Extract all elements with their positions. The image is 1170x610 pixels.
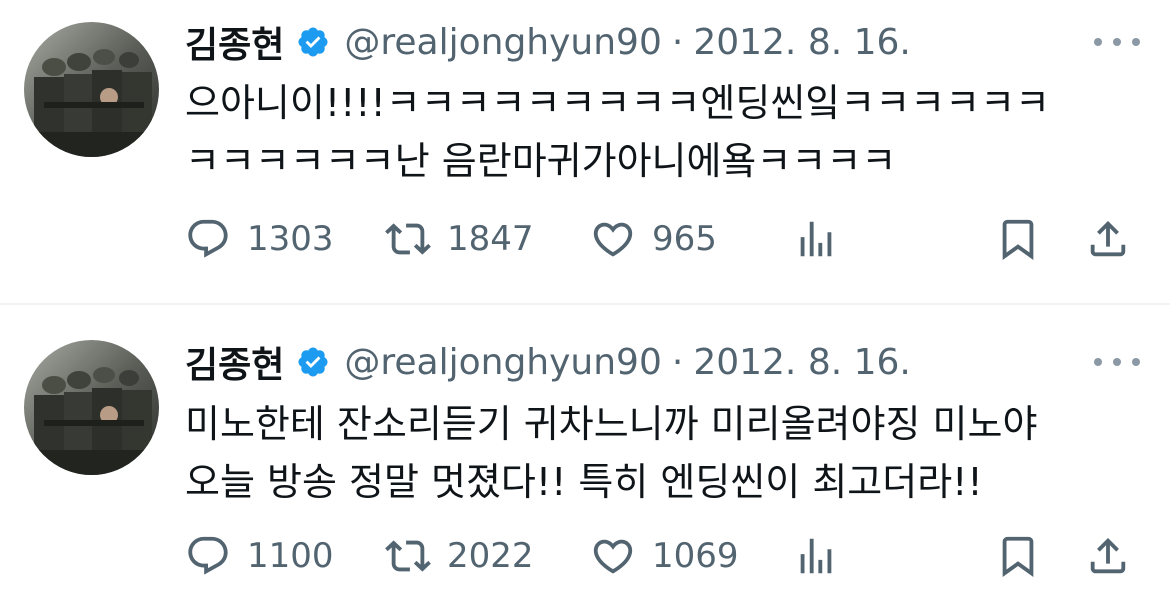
retweet-count: 2022: [447, 536, 534, 576]
views-button[interactable]: [793, 214, 839, 264]
tweet-actions: 1303 1847 965: [185, 214, 1145, 264]
bookmark-icon: [1002, 536, 1034, 577]
reply-count: 1303: [247, 219, 334, 259]
views-chart-icon: [800, 221, 832, 257]
like-count: 965: [652, 219, 717, 259]
heart-icon: [593, 539, 633, 574]
avatar[interactable]: [24, 340, 159, 475]
reply-count: 1100: [247, 536, 334, 576]
reply-button[interactable]: 1100: [185, 531, 334, 581]
tweet-text-line: ㅋㅋㅋㅋㅋㅋ난 음란마귀가아니에욬ㅋㅋㅋㅋ: [185, 139, 897, 183]
like-button[interactable]: 1069: [590, 531, 739, 581]
reply-icon: [188, 536, 228, 575]
tweet-text-line: 미노한테 잔소리듣기 귀차느니까 미리올려야징 미노야: [185, 402, 1038, 446]
retweet-button[interactable]: 2022: [385, 531, 534, 581]
reply-button[interactable]: 1303: [185, 214, 334, 264]
more-icon[interactable]: [1094, 20, 1140, 64]
tweet-date[interactable]: 2012. 8. 16.: [693, 342, 911, 383]
views-chart-icon: [800, 538, 832, 574]
separator: ·: [671, 21, 684, 63]
handle[interactable]: @realjonghyun90: [344, 342, 661, 383]
tweet-text-line: 으아니이!!!!ㅋㅋㅋㅋㅋㅋㅋㅋㅋ엔딩씬잌ㅋㅋㅋㅋㅋㅋ: [185, 81, 1051, 125]
retweet-icon: [385, 223, 431, 255]
views-button[interactable]: [793, 531, 839, 581]
avatar[interactable]: [24, 22, 159, 157]
heart-icon: [593, 222, 633, 257]
like-button[interactable]: 965: [590, 214, 717, 264]
tweet-header: 김종현 @realjonghyun90 · 2012. 8. 16.: [185, 340, 911, 387]
tweet[interactable]: 김종현 @realjonghyun90 · 2012. 8. 16. 미노한테 …: [0, 305, 1170, 610]
display-name[interactable]: 김종현: [185, 16, 284, 68]
retweet-button[interactable]: 1847: [385, 214, 534, 264]
like-count: 1069: [652, 536, 739, 576]
bookmark-button[interactable]: [995, 214, 1041, 264]
retweet-count: 1847: [447, 219, 534, 259]
tweet-feed: 김종현 @realjonghyun90 · 2012. 8. 16. 으아니이!…: [0, 0, 1170, 610]
handle[interactable]: @realjonghyun90: [344, 22, 661, 63]
share-button[interactable]: [1085, 531, 1131, 581]
retweet-icon: [385, 540, 431, 572]
tweet[interactable]: 김종현 @realjonghyun90 · 2012. 8. 16. 으아니이!…: [0, 0, 1170, 303]
tweet-date[interactable]: 2012. 8. 16.: [693, 22, 911, 63]
tweet-text: 미노한테 잔소리듣기 귀차느니까 미리올려야징 미노야 오늘 방송 정말 멋졌다…: [185, 395, 1145, 511]
bookmark-icon: [1002, 219, 1034, 260]
bookmark-button[interactable]: [995, 531, 1041, 581]
tweet-header: 김종현 @realjonghyun90 · 2012. 8. 16.: [185, 20, 911, 67]
more-icon[interactable]: [1094, 340, 1140, 384]
tweet-text-line: 오늘 방송 정말 멋졌다!! 특히 엔딩씬이 최고더라!!: [185, 460, 983, 504]
verified-badge-icon: [296, 345, 330, 379]
display-name[interactable]: 김종현: [185, 336, 284, 388]
tweet-text: 으아니이!!!!ㅋㅋㅋㅋㅋㅋㅋㅋㅋ엔딩씬잌ㅋㅋㅋㅋㅋㅋ ㅋㅋㅋㅋㅋㅋ난 음란마귀…: [185, 74, 1145, 190]
share-icon: [1090, 220, 1126, 257]
verified-badge-icon: [296, 25, 330, 59]
separator: ·: [671, 341, 684, 383]
reply-icon: [188, 219, 228, 258]
share-icon: [1090, 537, 1126, 574]
share-button[interactable]: [1085, 214, 1131, 264]
tweet-actions: 1100 2022 1069: [185, 531, 1145, 581]
